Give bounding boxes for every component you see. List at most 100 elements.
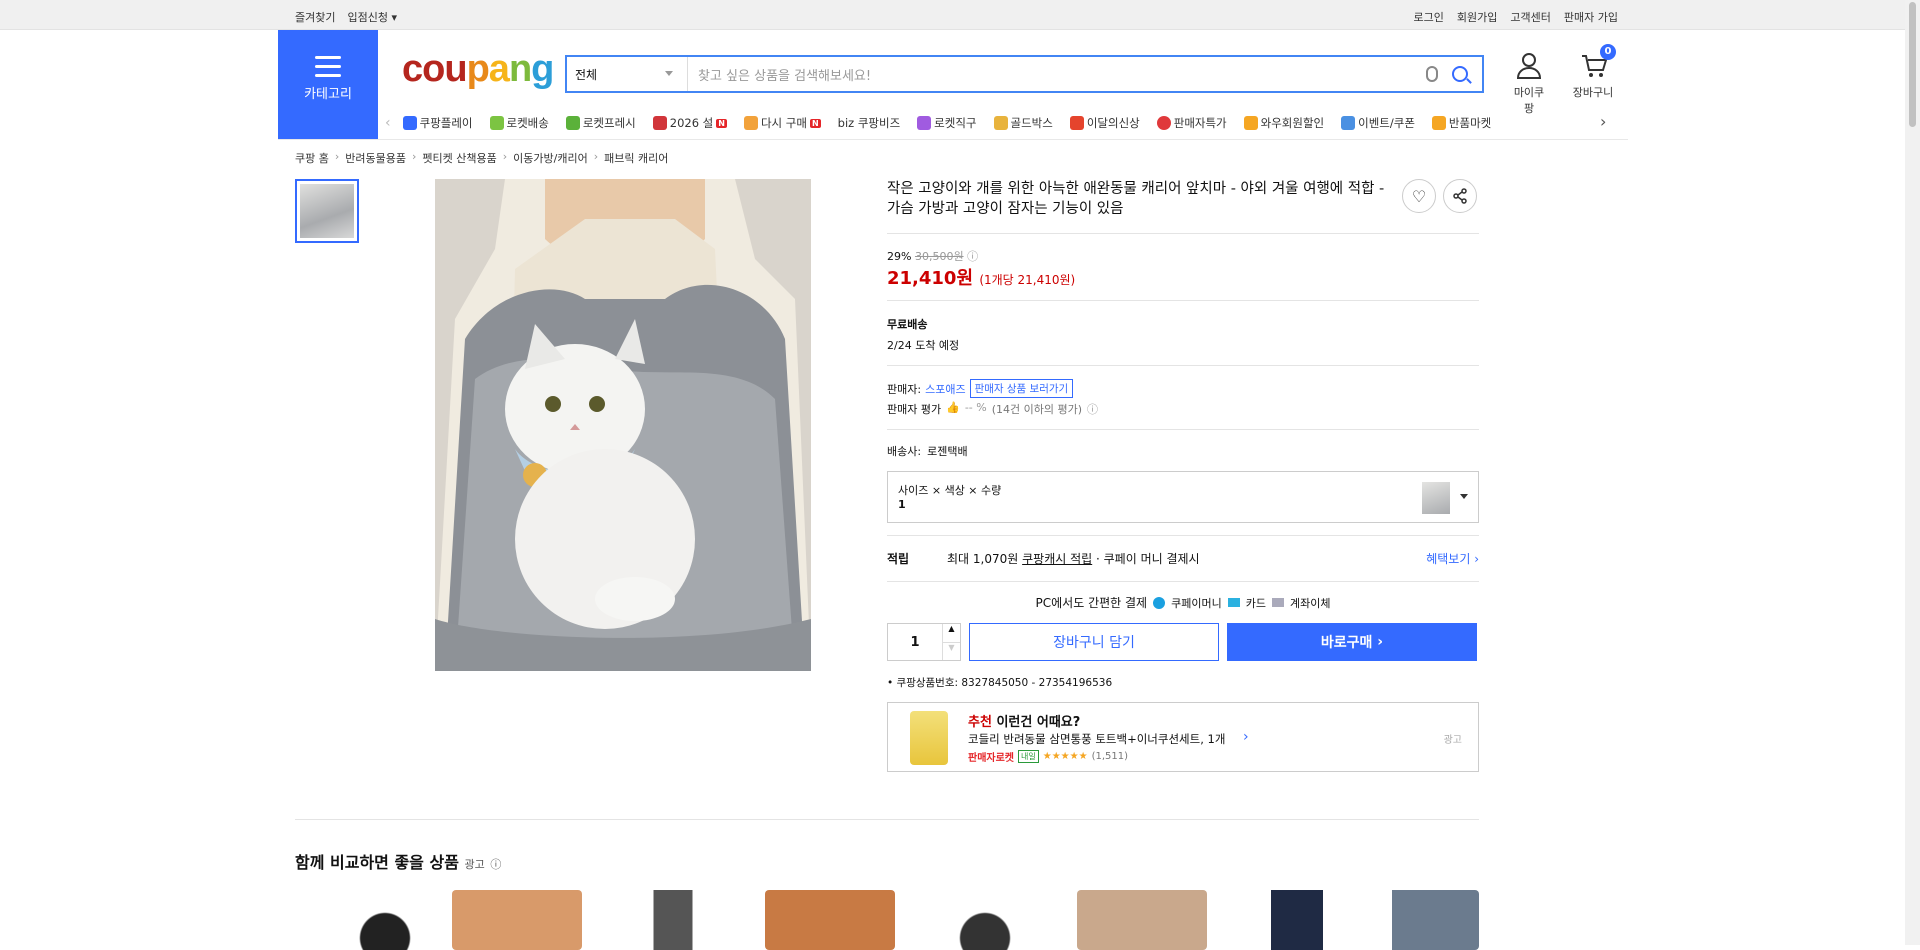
bookmark-link[interactable]: 즐겨찾기 (295, 9, 335, 25)
benefits-link[interactable]: 혜택보기 › (1426, 550, 1479, 567)
cart-button[interactable]: 0 장바구니 (1570, 44, 1616, 100)
compare-section-title: 함께 비교하면 좋을 상품 광고 ⓘ (295, 853, 502, 872)
search-bar: 전체 찾고 싶은 상품을 검색해보세요! (565, 55, 1484, 93)
product-number: • 쿠팡상품번호: 8327845050 - 27354196536 (887, 677, 1113, 689)
nav-item-seller-deals[interactable]: 판매자특가 (1156, 115, 1227, 131)
nav-item-return-market[interactable]: 반품마켓 (1431, 115, 1491, 131)
my-coupang-button[interactable]: 마이쿠팡 (1509, 52, 1549, 116)
cart-icon: 0 (1580, 44, 1616, 80)
breadcrumb-item[interactable]: 이동가방/캐리어 (513, 150, 588, 166)
seller-row: 판매자: 스포애즈 판매자 상품 보러가기 (887, 379, 1479, 398)
compare-product-image[interactable] (1370, 890, 1479, 950)
share-icon[interactable] (1443, 179, 1477, 213)
sale-price: 21,410원 (887, 268, 974, 289)
nav-item-new-arrivals[interactable]: 이달의신상 (1069, 115, 1140, 131)
quantity-input[interactable]: 1 (888, 624, 942, 660)
quantity-down-button[interactable]: ▼ (943, 643, 960, 661)
discount-rate: 29% (887, 250, 912, 263)
category-menu-button[interactable]: 카테고리 (278, 30, 378, 140)
play-icon (402, 116, 417, 130)
compare-product-image[interactable] (452, 890, 582, 950)
hamburger-icon (315, 56, 341, 77)
nav-item-rocket-global[interactable]: 로켓직구 (917, 115, 977, 131)
percent-icon (1156, 116, 1171, 130)
compare-products-row (295, 890, 1479, 950)
search-icon[interactable] (1452, 66, 1468, 82)
wow-icon (1243, 116, 1258, 130)
rocket-icon (489, 116, 504, 130)
breadcrumb-item[interactable]: 펫티켓 산책용품 (422, 150, 496, 166)
heart-icon[interactable]: ♡ (1402, 179, 1436, 213)
new-icon (1069, 116, 1084, 130)
payment-row: PC에서도 간편한 결제 쿠페이머니 카드 계좌이체 (1035, 596, 1331, 610)
coupang-cash-link[interactable]: 쿠팡캐시 적립 (1022, 550, 1092, 567)
header-divider (278, 139, 1628, 140)
info-icon[interactable]: ⓘ (1087, 401, 1098, 417)
compare-product-image[interactable] (1232, 890, 1362, 950)
product-thumbnail[interactable] (295, 179, 359, 243)
nav-item-rocket-fresh[interactable]: 로켓프레시 (565, 115, 636, 131)
chevron-left-icon[interactable]: ‹ (385, 115, 391, 131)
original-price: 30,500원 (914, 250, 964, 263)
courier-row: 배송사: 로젠택배 (887, 445, 968, 458)
add-to-cart-button[interactable]: 장바구니 담기 (969, 623, 1219, 661)
product-title: 작은 고양이와 개를 위한 아늑한 애완동물 캐리어 앞치마 - 야외 겨울 여… (887, 181, 1385, 217)
compare-product-image[interactable] (765, 890, 895, 950)
sale-price-row: 21,410원 (1개당 21,410원) (887, 264, 1479, 290)
nav-item-events[interactable]: 이벤트/쿠폰 (1341, 115, 1415, 131)
recommend-card[interactable]: 추천 이런건 어때요? 코들리 반려동물 삼면통풍 토트백+이너쿠션세트, 1개… (887, 702, 1479, 772)
signup-link[interactable]: 회원가입 (1457, 9, 1497, 25)
page-scrollbar[interactable] (1905, 0, 1920, 945)
seller-rating-row: 판매자 평가 👍 -- % (14건 이하의 평가) ⓘ (887, 401, 1098, 417)
seller-products-button[interactable]: 판매자 상품 보러가기 (969, 379, 1074, 398)
chevron-right-icon[interactable]: › (1243, 729, 1249, 745)
recommend-name: 코들리 반려동물 삼면통풍 토트백+이너쿠션세트, 1개 (968, 732, 1226, 746)
info-icon[interactable]: ⓘ (967, 250, 978, 263)
shipping-title: 무료배송 (887, 318, 928, 331)
customer-center-link[interactable]: 고객센터 (1510, 9, 1550, 25)
search-input[interactable]: 찾고 싶은 상품을 검색해보세요! (688, 65, 1426, 84)
card-icon (1227, 598, 1240, 607)
nav-item-rebuy[interactable]: 다시 구매 N (743, 115, 821, 131)
compare-product-image[interactable] (608, 890, 738, 950)
quantity-stepper[interactable]: 1 ▲ ▼ (887, 623, 961, 661)
quantity-up-button[interactable]: ▲ (943, 624, 960, 643)
home-icon (743, 116, 758, 130)
chevron-down-icon (1460, 494, 1468, 503)
breadcrumb-item[interactable]: 반려동물용품 (345, 150, 406, 166)
search-category-select[interactable]: 전체 (567, 57, 688, 91)
buy-now-button[interactable]: 바로구매 › (1227, 623, 1477, 661)
compare-product-image[interactable] (320, 890, 450, 950)
nav-item-wow-discount[interactable]: 와우회원할인 (1243, 115, 1324, 131)
user-icon (1516, 52, 1542, 80)
breadcrumb-item[interactable]: 패브릭 캐리어 (604, 150, 668, 166)
nav-item-rocket-delivery[interactable]: 로켓배송 (489, 115, 549, 131)
thumbs-up-icon: 👍 (946, 401, 960, 414)
option-select[interactable]: 사이즈 × 색상 × 수량 1 (887, 471, 1479, 523)
seller-name-link[interactable]: 스포애즈 (925, 381, 965, 397)
cart-count-badge: 0 (1600, 44, 1616, 60)
chevron-right-icon[interactable]: › (1600, 112, 1606, 131)
recommend-thumbnail (910, 711, 948, 765)
compare-product-image[interactable] (920, 890, 1050, 950)
microphone-icon[interactable] (1426, 66, 1438, 82)
login-link[interactable]: 로그인 (1414, 9, 1444, 25)
nav-item-biz[interactable]: biz 쿠팡비즈 (838, 115, 901, 131)
seller-signup-link[interactable]: 판매자 가입 (1564, 9, 1618, 25)
goldbox-icon (993, 116, 1008, 130)
arrival-date: 2/24 도착 예정 (887, 339, 960, 352)
purchase-row: 1 ▲ ▼ 장바구니 담기 바로구매 › (887, 623, 1479, 661)
coupang-logo[interactable]: coupang (402, 48, 554, 91)
reward-row: 적립 최대 1,070원 쿠팡캐시 적립 · 쿠페이 머니 결제시 혜택보기 › (887, 550, 1479, 567)
nav-item-seollal[interactable]: 2026 설N (652, 115, 727, 131)
coupay-icon (1153, 596, 1166, 609)
product-info-panel: 작은 고양이와 개를 위한 아늑한 애완동물 캐리어 앞치마 - 야외 겨울 여… (887, 179, 1479, 772)
store-apply-link[interactable]: 입점신청 ▾ (347, 9, 397, 25)
compare-product-image[interactable] (1077, 890, 1207, 950)
breadcrumb-item[interactable]: 쿠팡 홈 (295, 150, 329, 166)
gift-icon (652, 116, 667, 130)
unit-price: (1개당 21,410원) (979, 273, 1076, 287)
nav-item-coupang-play[interactable]: 쿠팡플레이 (402, 115, 473, 131)
rating-stars: ★★★★★ (1042, 751, 1088, 762)
nav-item-goldbox[interactable]: 골드박스 (993, 115, 1053, 131)
